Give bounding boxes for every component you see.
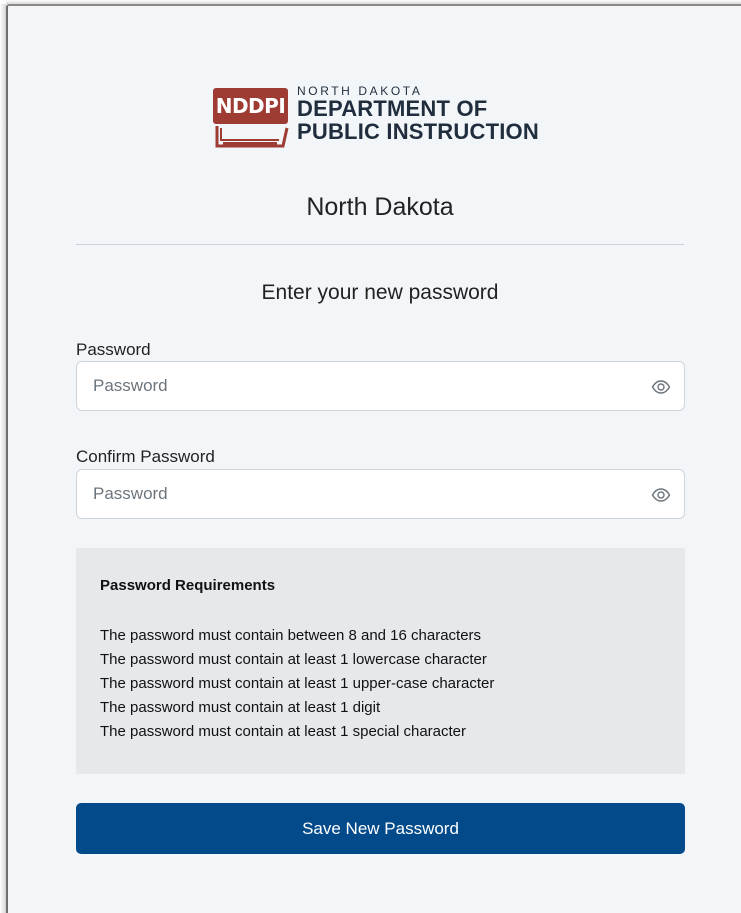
confirm-password-input[interactable] (77, 470, 684, 518)
eye-icon[interactable] (651, 377, 671, 397)
requirement-item: The password must contain between 8 and … (100, 627, 482, 644)
save-new-password-button[interactable]: Save New Password (76, 803, 685, 854)
divider (76, 244, 684, 245)
password-field-wrapper (76, 361, 685, 411)
nddpi-logo: NDDPI NORTH DAKOTA DEPARTMENT OF PUBLIC … (213, 84, 553, 154)
requirement-item: The password must contain at least 1 upp… (100, 675, 495, 692)
password-input[interactable] (77, 362, 684, 410)
requirement-item: The password must contain at least 1 low… (100, 651, 487, 668)
form-heading: Enter your new password (261, 281, 499, 304)
logo-department-text: DEPARTMENT OF (297, 96, 488, 121)
confirm-password-label: Confirm Password (76, 447, 215, 466)
requirement-item: The password must contain at least 1 dig… (100, 699, 381, 716)
page: NDDPI NORTH DAKOTA DEPARTMENT OF PUBLIC … (0, 0, 741, 913)
requirement-item: The password must contain at least 1 spe… (100, 723, 467, 740)
requirements-list: The password must contain between 8 and … (100, 624, 494, 744)
requirements-title: Password Requirements (100, 577, 276, 594)
logo-badge: NDDPI (213, 88, 288, 124)
site-title: North Dakota (306, 193, 454, 221)
logo-instruction-text: PUBLIC INSTRUCTION (297, 119, 539, 144)
password-label: Password (76, 340, 151, 359)
password-requirements-panel: Password Requirements The password must … (76, 548, 685, 774)
confirm-password-field-wrapper (76, 469, 685, 519)
eye-icon[interactable] (651, 485, 671, 505)
